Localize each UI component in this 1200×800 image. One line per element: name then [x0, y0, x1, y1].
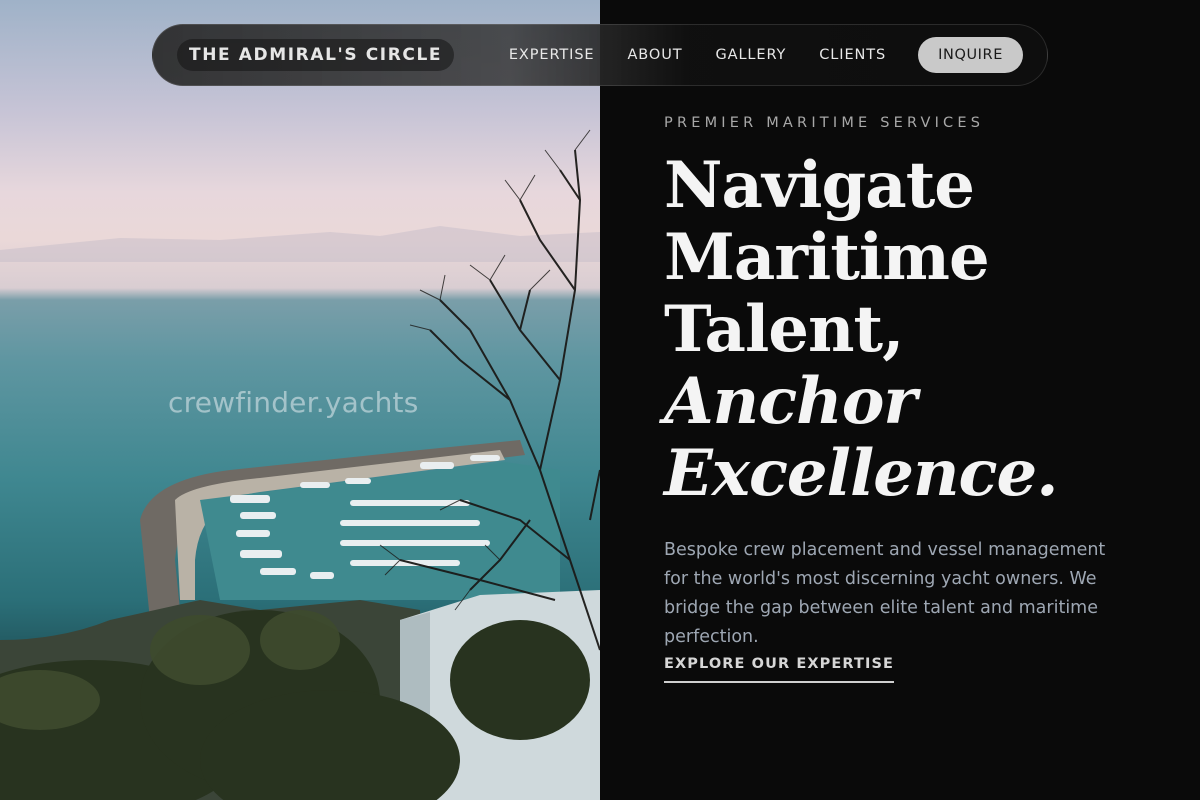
- headline-line-2: Maritime: [664, 220, 990, 295]
- nav-link-expertise[interactable]: EXPERTISE: [509, 47, 595, 63]
- nav-link-about[interactable]: ABOUT: [627, 47, 682, 63]
- nav-link-gallery[interactable]: GALLERY: [715, 47, 786, 63]
- nav-link-clients[interactable]: CLIENTS: [819, 47, 886, 63]
- explore-expertise-link[interactable]: EXPLORE OUR EXPERTISE: [664, 656, 895, 683]
- watermark-text: crewfinder.yachts: [168, 386, 419, 419]
- inquire-button[interactable]: INQUIRE: [918, 37, 1023, 73]
- headline-line-5: Excellence.: [664, 436, 1058, 511]
- hero-headline: Navigate Maritime Talent, Anchor Excelle…: [664, 150, 1184, 510]
- hero-description: Bespoke crew placement and vessel manage…: [664, 540, 1106, 647]
- headline-line-1: Navigate: [664, 148, 975, 223]
- headline-line-3: Talent,: [664, 292, 904, 367]
- headline-line-4: Anchor: [664, 364, 917, 439]
- top-navigation: THE ADMIRAL'S CIRCLE EXPERTISE ABOUT GAL…: [152, 24, 1048, 86]
- nav-links: EXPERTISE ABOUT GALLERY CLIENTS INQUIRE: [509, 37, 1023, 73]
- brand-logo[interactable]: THE ADMIRAL'S CIRCLE: [177, 39, 455, 71]
- hero-harbor-photo: crewfinder.yachts: [0, 0, 600, 800]
- hero-eyebrow: PREMIER MARITIME SERVICES: [664, 115, 985, 131]
